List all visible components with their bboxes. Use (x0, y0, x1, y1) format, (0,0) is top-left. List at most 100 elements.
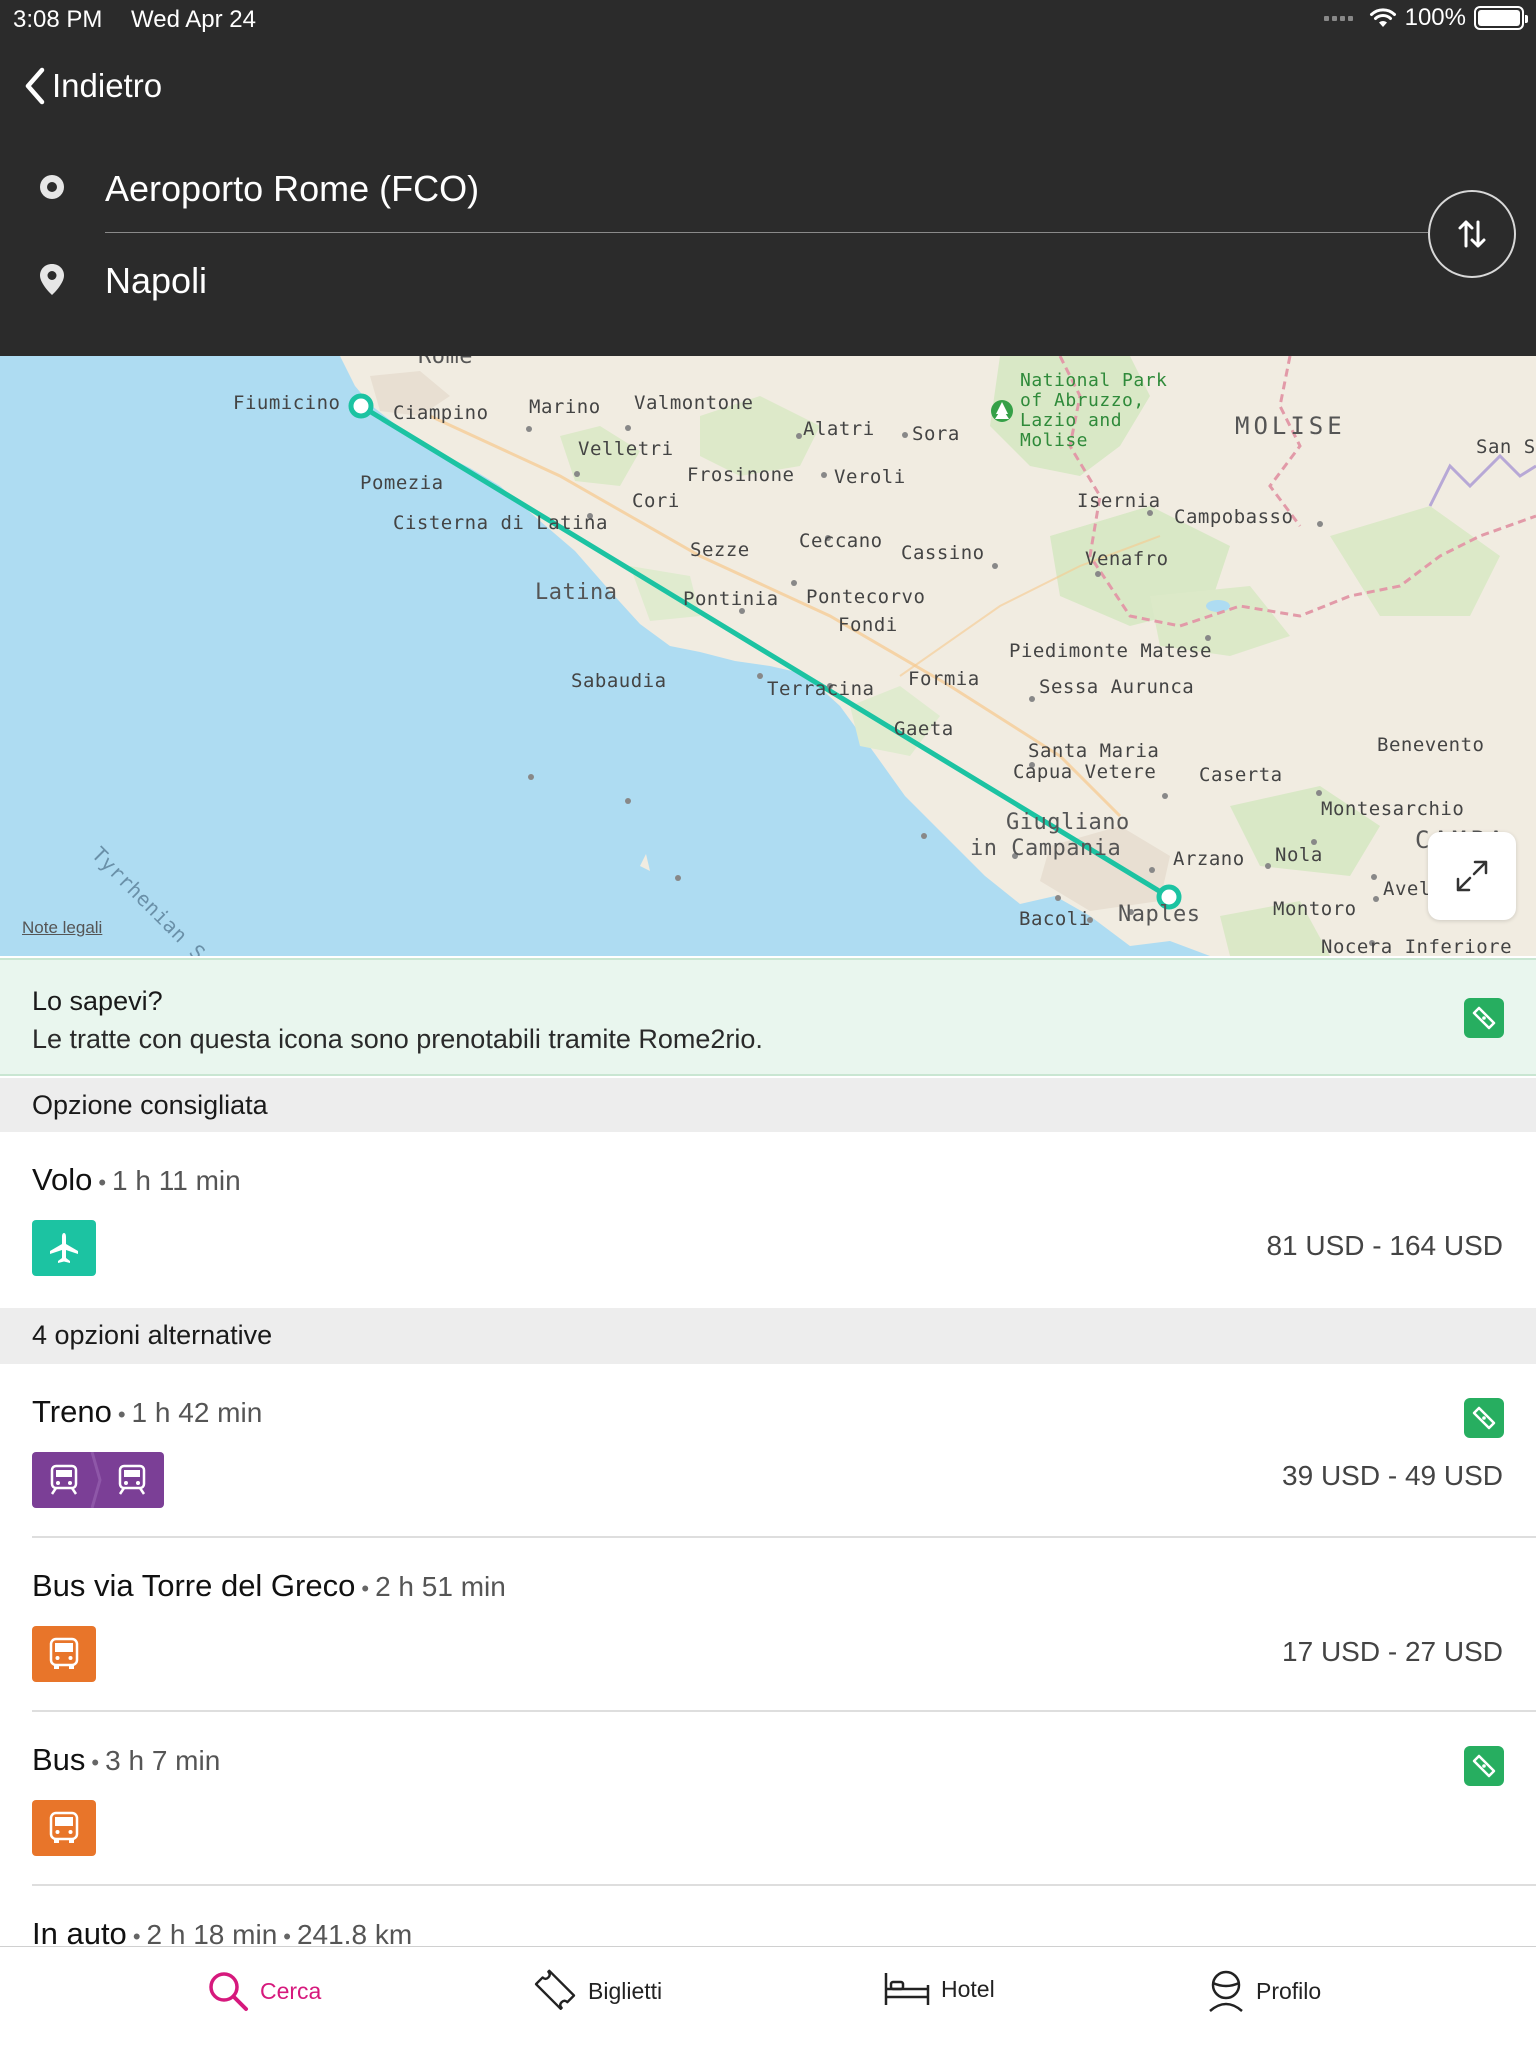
map-label: Sezze (690, 539, 750, 561)
separator: • (132, 1924, 141, 1946)
map-label: Capua Vetere (1013, 761, 1157, 783)
tab-profile[interactable]: Profilo (1206, 1969, 1321, 2013)
separator: • (91, 1750, 100, 1775)
search-icon (209, 1972, 248, 2011)
route-option-car[interactable]: In auto • 2 h 18 min • 241.8 km (0, 1886, 1536, 1946)
route-option-train[interactable]: Treno • 1 h 42 min 39 USD - 49 USD (0, 1364, 1536, 1538)
route-option-bus-torre-del-greco[interactable]: Bus via Torre del Greco • 2 h 51 min 17 US… (0, 1538, 1536, 1712)
origin-circle-icon (40, 175, 64, 199)
bed-icon (884, 1973, 930, 2005)
bookable-ticket-icon (1464, 1746, 1504, 1786)
battery-percent: 100% (1404, 4, 1466, 31)
map-label: Montesarchio (1321, 798, 1465, 820)
plane-icon (32, 1220, 96, 1276)
destination-text: Napoli (105, 260, 208, 301)
back-button[interactable]: Indietro (22, 66, 162, 106)
map-label: Marino (529, 396, 601, 418)
battery-icon (1474, 6, 1528, 30)
mode-chips (32, 1220, 96, 1276)
swap-button[interactable] (1428, 190, 1516, 278)
train-icon (50, 1452, 146, 1508)
map-label: Arzano (1173, 848, 1245, 870)
option-mode: Volo (32, 1162, 93, 1197)
origin-field[interactable]: Aeroporto Rome (FCO) (0, 152, 1430, 222)
route-map[interactable]: Rome Fiumicino Ciampino Marino Valmonton… (0, 356, 1536, 956)
map-label: Caserta (1199, 764, 1283, 786)
map-label: Piedimonte Matese (1009, 640, 1212, 662)
map-label: in Campania (970, 836, 1122, 861)
ticket-icon (534, 1969, 576, 2010)
option-price: 39 USD - 49 USD (1282, 1460, 1503, 1491)
swap-arrows-icon (1458, 220, 1486, 248)
map-label: Terracina (767, 678, 875, 700)
info-title: Lo sapevi? (32, 986, 163, 1016)
map-label: Velletri (578, 438, 674, 460)
option-mode: Bus (32, 1742, 86, 1777)
destination-field[interactable]: Napoli (0, 244, 1430, 314)
option-price: 81 USD - 164 USD (1266, 1230, 1503, 1261)
map-label: Isernia (1077, 490, 1161, 512)
map-label: Cisterna di Latina (393, 512, 608, 534)
map-label: Venafro (1085, 548, 1169, 570)
route-option-flight[interactable]: Volo • 1 h 11 min 81 USD - 164 USD (0, 1132, 1536, 1308)
map-label: Benevento (1377, 734, 1485, 756)
separator: • (283, 1924, 291, 1946)
tab-hotel[interactable]: Hotel (883, 1969, 995, 2009)
map-label: Pontinia (683, 588, 779, 610)
bus-icon (32, 1626, 96, 1682)
map-label: Veroli (834, 466, 906, 488)
chevron-left-icon (25, 67, 45, 105)
option-title: In auto • 2 h 18 min • 241.8 km (32, 1916, 412, 1946)
map-label: Santa Maria (1028, 740, 1160, 762)
option-distance: 241.8 km (296, 1919, 413, 1946)
option-price: 17 USD - 27 USD (1282, 1636, 1503, 1667)
info-banner: Lo sapevi? Le tratte con questa icona so… (0, 958, 1536, 1076)
option-duration: 2 h 18 min (146, 1919, 278, 1946)
map-label-region: MOLISE (1235, 412, 1346, 440)
option-title: Volo • 1 h 11 min (32, 1162, 241, 1198)
tab-tickets[interactable]: Biglietti (534, 1969, 662, 2013)
tab-label: Biglietti (588, 1977, 663, 2004)
map-label: Gaeta (894, 718, 954, 740)
recommended-header-label: Opzione consigliata (32, 1090, 268, 1120)
map-label: Bacoli (1019, 908, 1091, 930)
signal-icon (1323, 15, 1353, 21)
tab-search[interactable]: Cerca (206, 1969, 321, 2013)
status-time: 3:08 PM (13, 6, 103, 33)
recommended-section-header: Opzione consigliata (0, 1078, 1536, 1132)
back-label: Indietro (52, 67, 163, 104)
route-option-bus[interactable]: Bus • 3 h 7 min (0, 1712, 1536, 1886)
option-duration: 2 h 51 min (375, 1571, 506, 1602)
bookable-ticket-icon (1464, 998, 1504, 1038)
map-terrain (0, 356, 1536, 956)
mode-chips (32, 1626, 96, 1682)
map-label: Campobasso (1174, 506, 1294, 528)
map-label: San S (1476, 436, 1536, 458)
separator: • (98, 1170, 107, 1195)
map-label-park: National Park of Abruzzo, Lazio and Moli… (1020, 370, 1168, 451)
map-label: Ceccano (799, 530, 883, 552)
option-duration: 1 h 42 min (131, 1397, 263, 1428)
map-label: Nocera Inferiore (1321, 936, 1513, 956)
map-label: Cassino (901, 542, 985, 564)
map-label: Naples (1118, 902, 1201, 927)
info-text: Le tratte con questa icona sono prenotab… (32, 1024, 763, 1054)
option-title: Bus • 3 h 7 min (32, 1742, 220, 1778)
map-label: Fondi (838, 614, 898, 636)
map-label: Avel (1383, 878, 1431, 900)
status-bar: 3:08 PM Wed Apr 24 100% (0, 0, 1536, 40)
map-label: Montoro (1273, 898, 1357, 920)
map-label: Sora (912, 423, 960, 445)
profile-icon (1209, 1970, 1243, 2012)
map-label: Pomezia (360, 472, 444, 494)
option-mode: Treno (32, 1394, 112, 1429)
bus-icon (32, 1800, 96, 1856)
legal-notes-link[interactable]: Note legali (22, 918, 102, 938)
map-expand-button[interactable] (1428, 832, 1516, 920)
separator: • (117, 1402, 126, 1427)
option-title: Bus via Torre del Greco • 2 h 51 min (32, 1568, 506, 1604)
separator: • (361, 1576, 370, 1601)
bookable-ticket-icon (1464, 1398, 1504, 1438)
option-mode: Bus via Torre del Greco (32, 1568, 356, 1603)
option-title: Treno • 1 h 42 min (32, 1394, 262, 1430)
